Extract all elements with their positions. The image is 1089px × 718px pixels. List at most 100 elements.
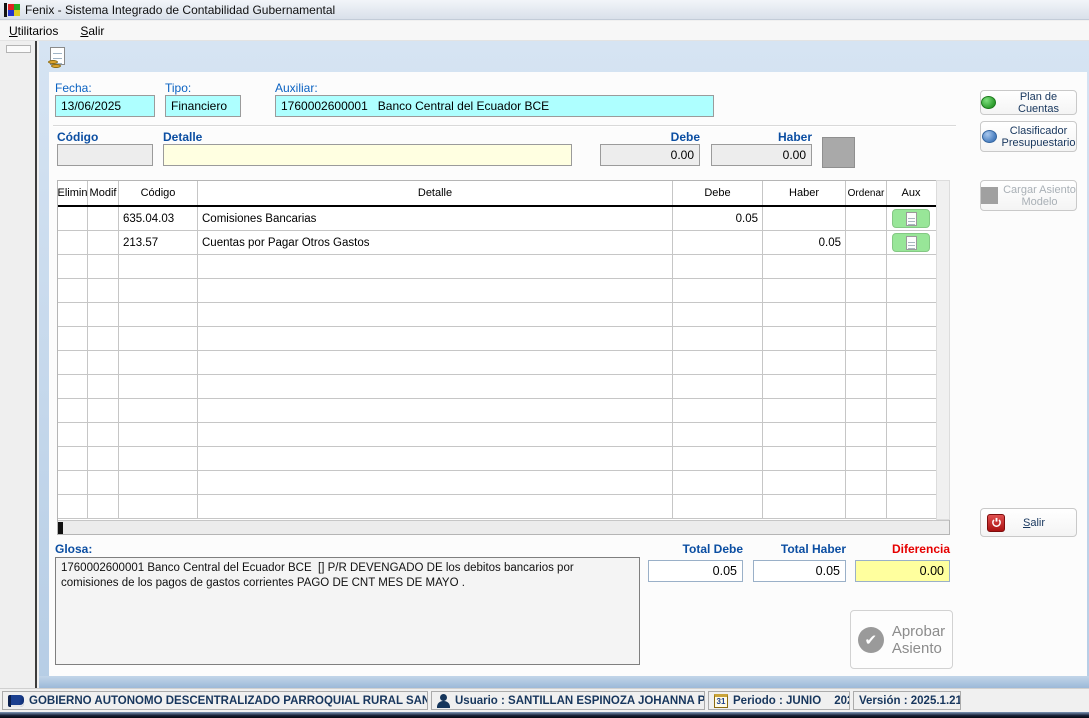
cell-codigo [119,303,198,326]
cell-elimin[interactable] [58,327,88,350]
menu-utilitarios[interactable]: Utilitarios [9,24,58,38]
cell-ordenar[interactable] [846,375,887,398]
table-row[interactable] [58,495,949,519]
user-name: Usuario : SANTILLAN ESPINOZA JOHANNA PAO… [455,695,705,707]
cell-modif[interactable] [88,375,119,398]
calendar-icon: 31 [714,694,728,708]
clasificador-label-line2: Presupuestario [1002,137,1076,149]
aux-button[interactable] [892,233,930,252]
table-row[interactable] [58,255,949,279]
cell-modif[interactable] [88,255,119,278]
cargar-label-line2: Modelo [1021,196,1057,208]
header-debe: Debe [673,181,763,205]
cell-ordenar[interactable] [846,303,887,326]
cell-codigo [119,255,198,278]
cell-elimin[interactable] [58,351,88,374]
plan-de-cuentas-label: Plan de Cuentas [1001,91,1076,115]
cell-ordenar[interactable] [846,423,887,446]
auxiliar-field[interactable]: 1760002600001 Banco Central del Ecuador … [275,95,714,117]
cell-elimin[interactable] [58,471,88,494]
total-haber-label: Total Haber [753,542,846,556]
app-icon [4,3,20,17]
table-row[interactable] [58,423,949,447]
diferencia-field: 0.00 [855,560,950,582]
cell-elimin[interactable] [58,423,88,446]
glosa-label: Glosa: [55,542,92,556]
detalle-input[interactable] [163,144,572,166]
cell-detalle [198,327,673,350]
cell-elimin[interactable] [58,303,88,326]
table-row[interactable] [58,303,949,327]
cell-ordenar[interactable] [846,327,887,350]
table-vertical-scrollbar[interactable] [936,180,950,520]
cell-elimin[interactable] [58,399,88,422]
cell-modif[interactable] [88,231,119,254]
cell-modif[interactable] [88,279,119,302]
table-row[interactable] [58,327,949,351]
cell-elimin[interactable] [58,207,88,230]
cell-modif[interactable] [88,447,119,470]
cell-ordenar[interactable] [846,447,887,470]
cell-elimin[interactable] [58,447,88,470]
cell-modif[interactable] [88,423,119,446]
table-row[interactable] [58,447,949,471]
table-header: Elimin Modif Código Detalle Debe Haber O… [58,181,949,207]
cell-elimin[interactable] [58,375,88,398]
cell-haber [763,207,846,230]
cell-detalle [198,303,673,326]
cell-modif[interactable] [88,327,119,350]
clasificador-presupuestario-button[interactable]: Clasificador Presupuestario [980,121,1077,152]
cell-elimin[interactable] [58,231,88,254]
table-horizontal-scrollbar[interactable] [58,520,949,534]
panel-grip[interactable] [6,45,31,53]
cell-ordenar[interactable] [846,279,887,302]
detalle-label: Detalle [163,130,202,144]
codigo-input[interactable] [57,144,153,166]
cell-ordenar[interactable] [846,207,887,230]
cell-modif[interactable] [88,303,119,326]
tipo-field[interactable]: Financiero [165,95,241,117]
cell-ordenar[interactable] [846,399,887,422]
table-row[interactable] [58,471,949,495]
cell-modif[interactable] [88,399,119,422]
total-debe-label: Total Debe [648,542,743,556]
debe-input[interactable]: 0.00 [600,144,700,166]
aprobar-asiento-button[interactable]: ✔ Aprobar Asiento [850,610,953,669]
status-bar: GOBIERNO AUTONOMO DESCENTRALIZADO PARROQ… [0,688,1089,712]
table-row[interactable]: 213.57Cuentas por Pagar Otros Gastos0.05 [58,231,949,255]
salir-button[interactable]: Salir [980,508,1077,537]
cell-modif[interactable] [88,351,119,374]
add-entry-button[interactable] [822,137,855,168]
haber-input[interactable]: 0.00 [711,144,812,166]
fecha-field[interactable]: 13/06/2025 [55,95,155,117]
cell-ordenar[interactable] [846,471,887,494]
cell-elimin[interactable] [58,255,88,278]
cell-elimin[interactable] [58,279,88,302]
cell-ordenar[interactable] [846,495,887,518]
cargar-asiento-modelo-button[interactable]: Cargar Asiento Modelo [980,180,1077,211]
menu-salir[interactable]: Salir [80,24,104,38]
status-entity-panel: GOBIERNO AUTONOMO DESCENTRALIZADO PARROQ… [2,691,428,710]
cell-ordenar[interactable] [846,351,887,374]
cell-modif[interactable] [88,207,119,230]
bottom-strip [39,676,1089,688]
cell-ordenar[interactable] [846,255,887,278]
hscroll-thumb[interactable] [58,522,63,534]
table-row[interactable] [58,351,949,375]
cell-modif[interactable] [88,495,119,518]
cell-elimin[interactable] [58,495,88,518]
cell-modif[interactable] [88,471,119,494]
tipo-label: Tipo: [165,81,191,95]
cell-ordenar[interactable] [846,231,887,254]
table-row[interactable] [58,375,949,399]
plan-de-cuentas-button[interactable]: Plan de Cuentas [980,90,1077,115]
book-icon [8,695,24,707]
table-row[interactable] [58,399,949,423]
glosa-textarea[interactable]: 1760002600001 Banco Central del Ecuador … [55,557,640,665]
table-row[interactable] [58,279,949,303]
gray-square-icon [981,187,998,204]
aux-button[interactable] [892,209,930,228]
table-row[interactable]: 635.04.03Comisiones Bancarias0.05 [58,207,949,231]
cell-codigo [119,351,198,374]
header-ordenar: Ordenar [846,181,887,205]
